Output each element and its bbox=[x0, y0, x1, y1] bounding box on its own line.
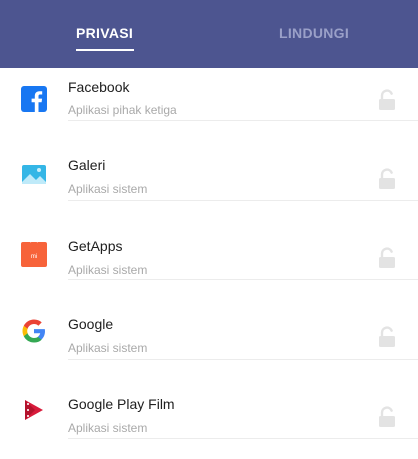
row-divider bbox=[68, 438, 418, 439]
app-name: GetApps bbox=[68, 237, 123, 254]
tab-lindungi[interactable]: LINDUNGI bbox=[279, 25, 349, 41]
app-list: Facebook Aplikasi pihak ketiga Galeri Ap… bbox=[0, 68, 418, 439]
app-row-galeri[interactable]: Galeri Aplikasi sistem bbox=[0, 121, 418, 201]
app-row-getapps[interactable]: mi GetApps Aplikasi sistem bbox=[0, 201, 418, 280]
app-type: Aplikasi sistem bbox=[68, 420, 148, 435]
active-tab-indicator bbox=[76, 49, 134, 51]
app-row-facebook[interactable]: Facebook Aplikasi pihak ketiga bbox=[0, 68, 418, 121]
app-type: Aplikasi pihak ketiga bbox=[68, 103, 177, 117]
lock-open-icon[interactable] bbox=[377, 246, 397, 269]
app-name: Galeri bbox=[68, 157, 106, 173]
facebook-icon bbox=[21, 86, 47, 112]
app-name: Google Play Film bbox=[68, 395, 175, 412]
play-film-icon bbox=[25, 399, 43, 420]
app-name: Facebook bbox=[68, 79, 130, 95]
lock-open-icon[interactable] bbox=[377, 326, 397, 348]
getapps-icon: mi bbox=[21, 240, 47, 267]
app-row-google[interactable]: Google Aplikasi sistem bbox=[0, 280, 418, 360]
lock-open-icon[interactable] bbox=[377, 89, 397, 111]
tab-privasi[interactable]: PRIVASI bbox=[76, 25, 133, 41]
app-row-google-play-film[interactable]: Google Play Film Aplikasi sistem bbox=[0, 360, 418, 439]
google-icon bbox=[22, 319, 45, 343]
gallery-icon bbox=[21, 162, 47, 188]
svg-text:mi: mi bbox=[31, 254, 37, 260]
app-type: Aplikasi sistem bbox=[68, 341, 148, 355]
app-name: Google bbox=[68, 316, 114, 332]
app-type: Aplikasi sistem bbox=[68, 182, 148, 196]
app-type: Aplikasi sistem bbox=[68, 262, 148, 277]
lock-open-icon[interactable] bbox=[377, 405, 397, 428]
tab-bar: PRIVASI LINDUNGI bbox=[0, 0, 418, 68]
lock-open-icon[interactable] bbox=[377, 168, 397, 190]
